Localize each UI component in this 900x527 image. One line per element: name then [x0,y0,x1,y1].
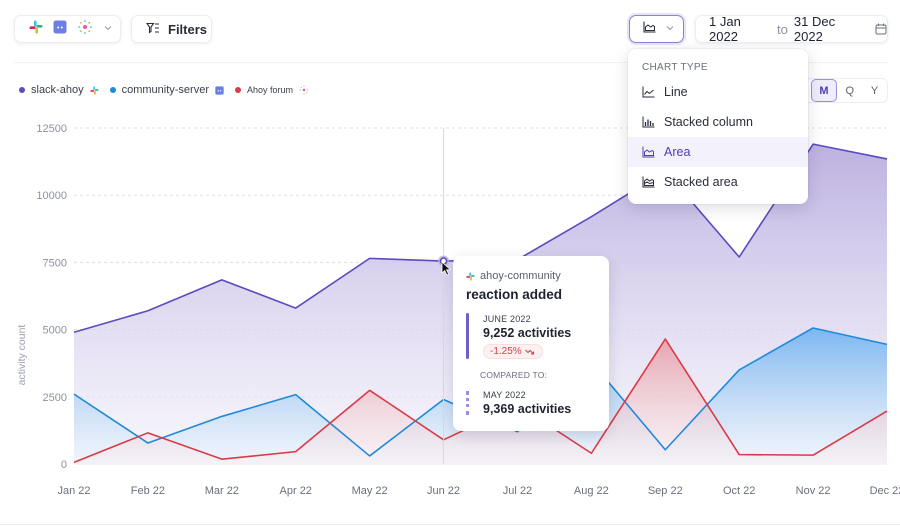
x-tick-label: Jun 22 [427,485,460,497]
y-tick-label: 7500 [43,257,67,269]
chevron-down-icon [103,20,113,38]
legend-dot [109,87,116,93]
y-tick-label: 10000 [36,190,67,202]
chart-legend: slack-ahoy community-server Ahoy forum [19,84,320,96]
menu-item-label: Line [664,85,688,99]
legend-dot [19,87,25,93]
trend-down-icon [524,348,536,356]
date-start: 1 Jan 2022 [709,14,741,44]
footer-divider [0,524,900,525]
chevron-down-icon [665,20,675,38]
stacked-area-icon [642,176,655,188]
tooltip-source: ahoy-community [466,270,561,282]
menu-title: CHART TYPE [642,62,708,73]
mouse-cursor-icon [441,261,452,281]
discord-icon [53,20,67,39]
legend-label: Ahoy forum [246,85,294,95]
filters-label: Filters [168,21,208,37]
date-to: to [777,21,788,37]
platform-selector[interactable] [14,15,121,43]
x-tick-label: Oct 22 [723,485,755,497]
stacked-column-icon [642,116,655,128]
change-badge: -1.25% [483,344,543,359]
legend-item-ahoy-forum[interactable]: Ahoy forum [234,85,309,95]
x-tick-label: Aug 22 [574,485,609,497]
legend-item-slack-ahoy[interactable]: slack-ahoy [19,84,99,96]
menu-item-line[interactable]: Line [628,77,808,107]
area-chart-icon [643,20,656,38]
period-option-m[interactable]: M [810,79,838,102]
period-option-y[interactable]: Y [862,79,887,102]
menu-item-label: Area [664,145,691,159]
chart-type-menu: CHART TYPE Line Stacked column Area Stac… [628,49,808,204]
compared-to-label: COMPARED TO: [480,370,548,380]
x-tick-label: Sep 22 [648,485,683,497]
line-chart-icon [642,86,655,98]
legend-item-community-server[interactable]: community-server [109,84,224,96]
x-tick-label: Mar 22 [205,485,239,497]
x-tick-label: Dec 22 [870,485,900,497]
date-range-picker[interactable]: 1 Jan 2022 to 31 Dec 2022 [695,14,888,44]
x-tick-label: Jan 22 [57,485,90,497]
x-tick-label: Nov 22 [796,485,831,497]
area-chart-icon [642,146,655,158]
legend-label: slack-ahoy [31,84,84,96]
slack-icon [29,20,43,39]
y-axis-label: activity count [16,325,28,386]
data-tooltip: ahoy-community reaction added JUNE 2022 … [453,256,609,431]
menu-item-stacked-column[interactable]: Stacked column [628,107,808,137]
period-option-q[interactable]: Q [837,79,862,102]
x-tick-label: Feb 22 [131,485,165,497]
y-tick-label: 5000 [43,325,67,337]
forum-icon [77,19,93,40]
legend-dot [234,87,241,93]
tooltip-title: reaction added [466,287,563,302]
filter-icon [145,22,160,37]
tooltip-previous-month: MAY 2022 [483,390,526,400]
discord-icon [215,85,224,95]
x-tick-label: Jul 22 [503,485,532,497]
calendar-icon [875,23,887,35]
tooltip-current-month: JUNE 2022 [483,314,531,324]
x-tick-label: May 22 [352,485,388,497]
menu-item-area[interactable]: Area [628,137,808,167]
x-tick-label: Apr 22 [280,485,312,497]
date-end: 31 Dec 2022 [793,14,836,44]
menu-item-label: Stacked area [664,175,738,189]
filters-button[interactable]: Filters [131,15,212,43]
slack-icon [89,85,99,95]
forum-icon [299,85,309,95]
chart-type-button[interactable] [629,15,684,43]
y-tick-label: 0 [61,459,67,471]
slack-icon [466,271,475,281]
change-value: -1.25% [490,346,522,357]
menu-item-label: Stacked column [664,115,753,129]
legend-label: community-server [121,84,209,96]
tooltip-current-value: 9,252 activities [483,326,572,340]
y-tick-label: 12500 [36,123,67,135]
y-tick-label: 2500 [43,392,67,404]
current-period-marker [466,313,469,359]
tooltip-source-label: ahoy-community [480,270,561,282]
menu-item-stacked-area[interactable]: Stacked area [628,167,808,197]
previous-period-marker [466,391,469,415]
tooltip-previous-value: 9,369 activities [483,402,572,416]
